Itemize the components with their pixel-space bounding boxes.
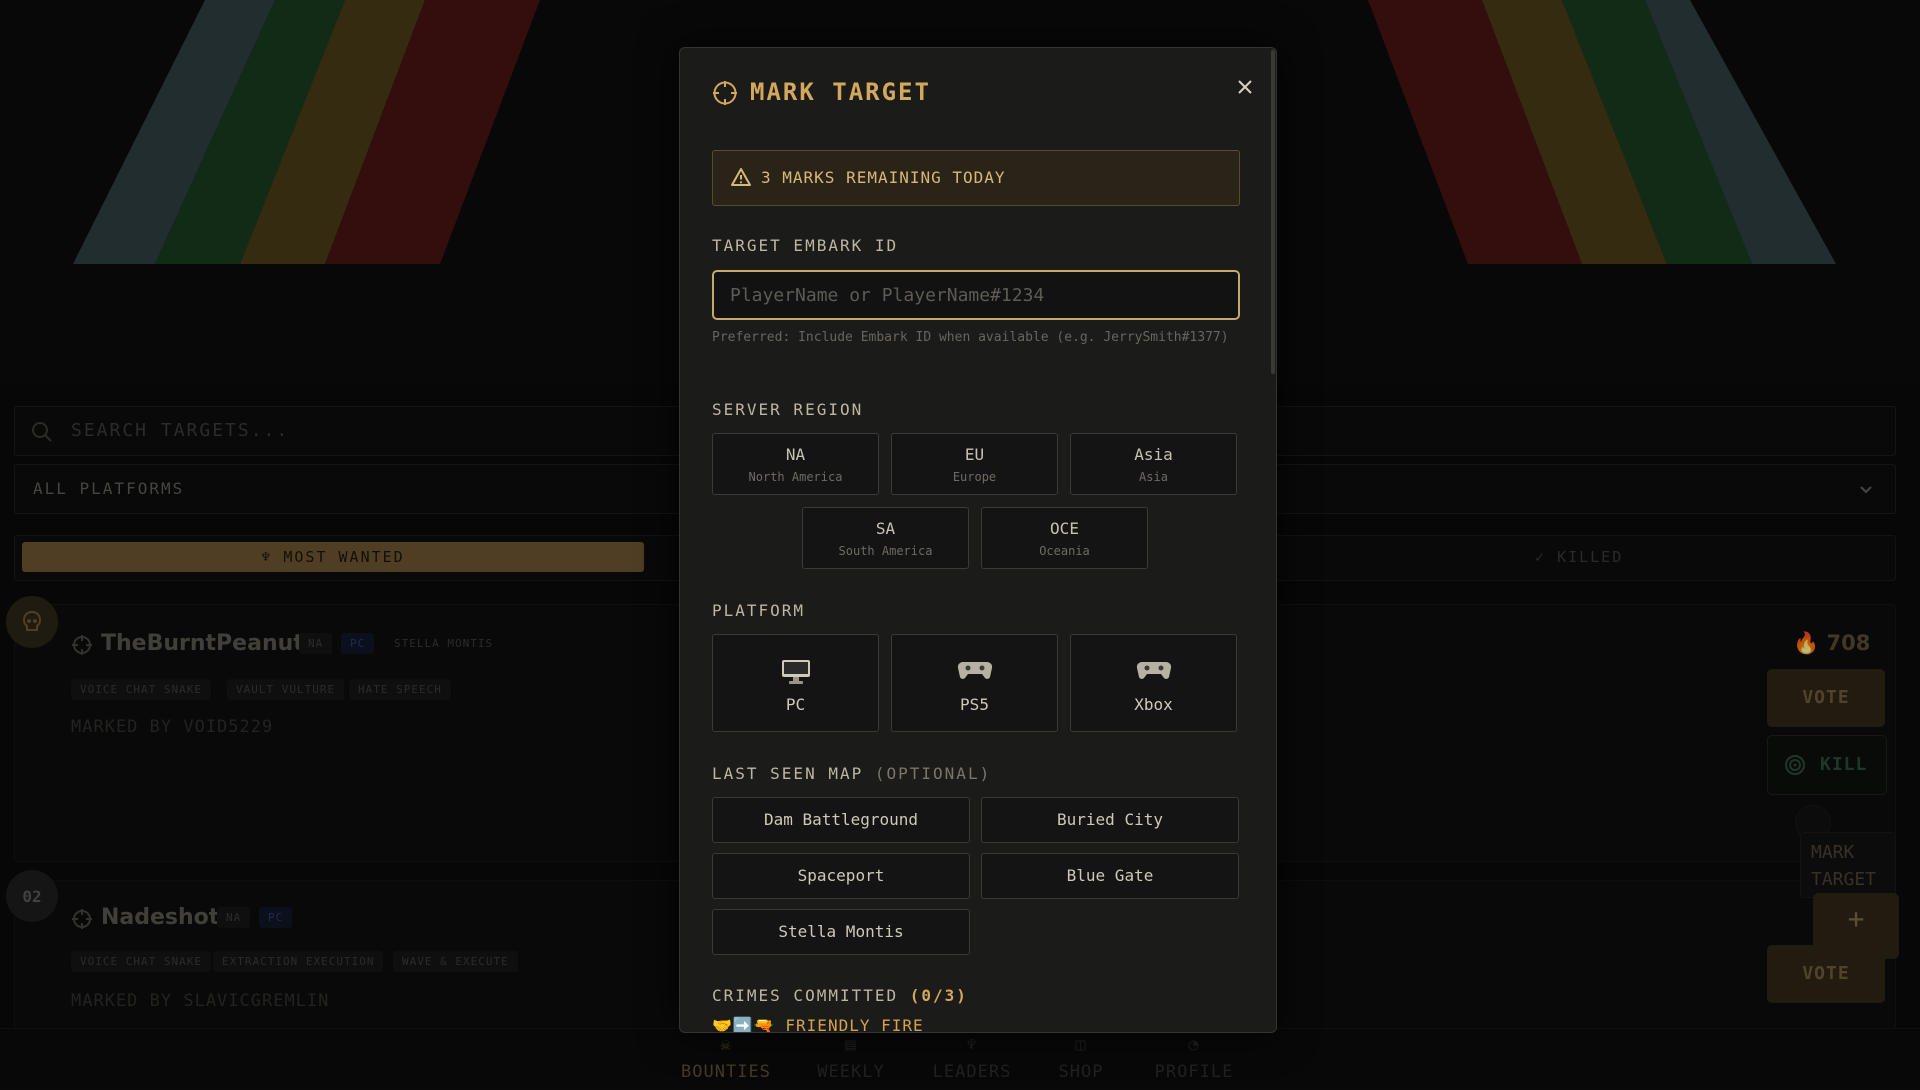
monitor-icon — [781, 660, 810, 684]
marks-remaining-alert: 3 MARKS REMAINING TODAY — [712, 150, 1240, 206]
crimes-label: CRIMES COMMITTED (0/3) — [712, 986, 968, 1005]
server-region-label: SERVER REGION — [712, 400, 864, 419]
crime-option-friendly-fire[interactable]: 🤝➡️🔫 FRIENDLY FIRE — [712, 1016, 924, 1033]
platform-option-pc[interactable]: PC — [712, 634, 879, 732]
crimes-count: (0/3) — [909, 986, 968, 1005]
map-label-text: LAST SEEN MAP — [712, 764, 864, 783]
warning-icon — [731, 168, 751, 186]
close-button[interactable] — [1228, 70, 1262, 104]
region-name: Oceania — [1039, 544, 1090, 558]
region-code: Asia — [1134, 445, 1173, 464]
region-option-sa[interactable]: SA South America — [802, 507, 969, 569]
crimes-label-text: CRIMES COMMITTED — [712, 986, 899, 1005]
map-option-buried-city[interactable]: Buried City — [981, 797, 1239, 843]
region-name: Europe — [952, 470, 997, 484]
modal-scrollbar[interactable] — [1271, 50, 1275, 374]
optional-note: (OPTIONAL) — [874, 764, 992, 783]
handshake-icon: 🤝➡️🔫 — [712, 1016, 775, 1033]
platform-option-ps5[interactable]: PS5 — [891, 634, 1058, 732]
close-icon — [1238, 80, 1252, 94]
last-seen-map-label: LAST SEEN MAP (OPTIONAL) — [712, 764, 991, 783]
embark-id-input[interactable] — [712, 270, 1240, 320]
gamepad-icon — [1136, 661, 1171, 679]
embark-id-label: TARGET EMBARK ID — [712, 236, 899, 255]
crosshair-icon — [713, 81, 737, 105]
platform-name: PS5 — [960, 695, 989, 714]
map-option-stella-montis[interactable]: Stella Montis — [712, 909, 970, 955]
region-code: OCE — [1050, 519, 1079, 538]
region-name: South America — [838, 544, 933, 558]
platform-name: PC — [785, 695, 806, 714]
platform-label: PLATFORM — [712, 601, 806, 620]
region-option-na[interactable]: NA North America — [712, 433, 879, 495]
region-code: SA — [875, 519, 896, 538]
gamepad-icon — [957, 661, 992, 679]
region-code: NA — [785, 445, 806, 464]
modal-title: MARK TARGET — [750, 78, 931, 106]
region-option-asia[interactable]: Asia Asia — [1070, 433, 1237, 495]
region-option-eu[interactable]: EU Europe — [891, 433, 1058, 495]
mark-target-modal: MARK TARGET 3 MARKS REMAINING TODAY TARG… — [679, 47, 1277, 1033]
map-option-spaceport[interactable]: Spaceport — [712, 853, 970, 899]
region-name: North America — [748, 470, 843, 484]
platform-name: Xbox — [1134, 695, 1173, 714]
region-option-oce[interactable]: OCE Oceania — [981, 507, 1148, 569]
embark-id-hint: Preferred: Include Embark ID when availa… — [712, 330, 1229, 345]
map-option-blue-gate[interactable]: Blue Gate — [981, 853, 1239, 899]
region-code: EU — [964, 445, 985, 464]
crime-name: FRIENDLY FIRE — [785, 1016, 924, 1033]
alert-text: 3 MARKS REMAINING TODAY — [761, 168, 1006, 187]
region-name: Asia — [1139, 470, 1168, 484]
platform-option-xbox[interactable]: Xbox — [1070, 634, 1237, 732]
map-option-dam-battleground[interactable]: Dam Battleground — [712, 797, 970, 843]
